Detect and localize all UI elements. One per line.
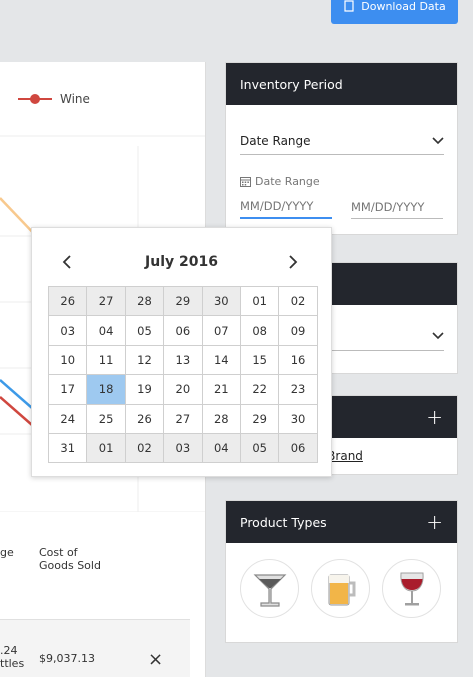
calendar-day[interactable]: 09 [278,315,318,346]
date-range-label: Date Range [240,175,320,188]
add-product-type-plus-icon[interactable]: + [426,512,443,532]
calendar-day-other-month[interactable]: 04 [201,432,241,464]
calendar-day[interactable]: 26 [124,403,165,434]
row-quantity: .24 ttles [0,644,24,670]
inventory-period-panel: Inventory Period Date Range Date Range [225,62,458,235]
calendar-day-other-month[interactable]: 27 [86,285,126,317]
calendar-day[interactable]: 01 [239,285,280,317]
chart-legend: Wine [18,92,90,106]
calendar-week-row: 24 25 26 27 28 29 30 [47,403,318,434]
calendar-day-selected[interactable]: 18 [86,374,126,405]
calendar-day[interactable]: 04 [86,315,126,346]
inventory-period-title: Inventory Period [240,76,343,92]
download-data-button[interactable]: Download Data [331,0,458,24]
calendar-day[interactable]: 13 [163,344,203,376]
chevron-right-icon [289,255,298,269]
calendar-week-row: 03 04 05 06 07 08 09 [47,315,318,346]
calendar-header: July 2016 [32,246,331,276]
calendar-day[interactable]: 12 [124,344,165,376]
calendar-day[interactable]: 05 [124,315,165,346]
calendar-day[interactable]: 11 [86,344,126,376]
calendar-day[interactable]: 07 [201,315,241,346]
calendar-day[interactable]: 24 [47,403,88,434]
calendar-day[interactable]: 20 [163,374,203,405]
calendar-week-row: 26 27 28 29 30 01 02 [47,285,318,317]
chevron-down-icon [432,136,444,144]
calendar-day[interactable]: 08 [239,315,280,346]
date-picker-popup: July 2016 26 27 28 29 30 01 02 03 04 05 06 07 08 09 10… [31,227,332,477]
column-header-cogs: Cost of Goods Sold [39,546,101,572]
calendar-day[interactable]: 14 [201,344,241,376]
end-date-input[interactable] [351,195,443,219]
calendar-day[interactable]: 15 [239,344,280,376]
calendar-day[interactable]: 22 [239,374,280,405]
product-types-header: Product Types + [226,501,457,543]
chevron-down-icon [432,331,444,339]
column-header-partial: ge [0,546,14,559]
product-types-panel: Product Types + [225,500,458,643]
remove-row-icon[interactable]: × [148,649,163,670]
calendar-day[interactable]: 29 [239,403,280,434]
download-icon [343,0,355,12]
calendar-month-title: July 2016 [145,254,218,270]
calendar-day[interactable]: 21 [201,374,241,405]
calendar-day[interactable]: 27 [163,403,203,434]
inventory-period-header: Inventory Period [226,63,457,105]
calendar-day-other-month[interactable]: 30 [201,285,241,317]
calendar-day[interactable]: 06 [163,315,203,346]
calendar-week-row: 17 18 19 20 21 22 23 [47,374,318,405]
add-brand-plus-icon[interactable]: + [426,407,443,427]
calendar-day-other-month[interactable]: 28 [124,285,165,317]
calendar-day[interactable]: 16 [278,344,318,376]
calendar-day-other-month[interactable]: 06 [278,432,318,464]
calendar-day[interactable]: 10 [47,344,88,376]
calendar-day[interactable]: 19 [124,374,165,405]
product-type-icons [240,559,441,618]
product-types-title: Product Types [240,514,327,530]
calendar-day[interactable]: 31 [47,432,88,464]
calendar-day[interactable]: 02 [278,285,318,317]
row-cogs-value: $9,037.13 [39,652,95,665]
date-range-label-text: Date Range [255,175,320,188]
calendar-day-other-month[interactable]: 29 [163,285,203,317]
legend-line-marker [18,94,52,104]
calendar-day-other-month[interactable]: 26 [47,285,88,317]
download-label: Download Data [361,0,446,13]
calendar-icon [240,177,251,187]
legend-label-wine: Wine [60,92,90,106]
row-quantity-line2: ttles [0,657,25,670]
calendar-day[interactable]: 23 [278,374,318,405]
calendar-day[interactable]: 25 [86,403,126,434]
calendar-day[interactable]: 03 [47,315,88,346]
calendar-week-row: 31 01 02 03 04 05 06 [47,432,318,464]
cogs-header-line1: Cost of [39,546,78,559]
calendar-week-row: 10 11 12 13 14 15 16 [47,344,318,376]
calendar-day-other-month[interactable]: 03 [163,432,203,464]
wine-icon[interactable] [382,559,441,618]
calendar-day-other-month[interactable]: 02 [124,432,165,464]
row-quantity-line1: .24 [0,644,18,657]
start-date-input[interactable] [240,195,332,219]
cogs-header-line2: Goods Sold [39,559,101,572]
beer-icon[interactable] [311,559,370,618]
calendar-day[interactable]: 28 [201,403,241,434]
date-range-select[interactable]: Date Range [240,127,444,155]
date-range-select-value: Date Range [240,133,311,148]
calendar-day-other-month[interactable]: 05 [239,432,280,464]
calendar-day[interactable]: 17 [47,374,88,405]
calendar-day-grid: 26 27 28 29 30 01 02 03 04 05 06 07 08 09 10 11 12 13 14 15… [47,285,318,464]
calendar-day-other-month[interactable]: 01 [86,432,126,464]
cocktail-icon[interactable] [240,559,299,618]
calendar-day[interactable]: 30 [278,403,318,434]
next-month-button[interactable] [288,254,298,273]
